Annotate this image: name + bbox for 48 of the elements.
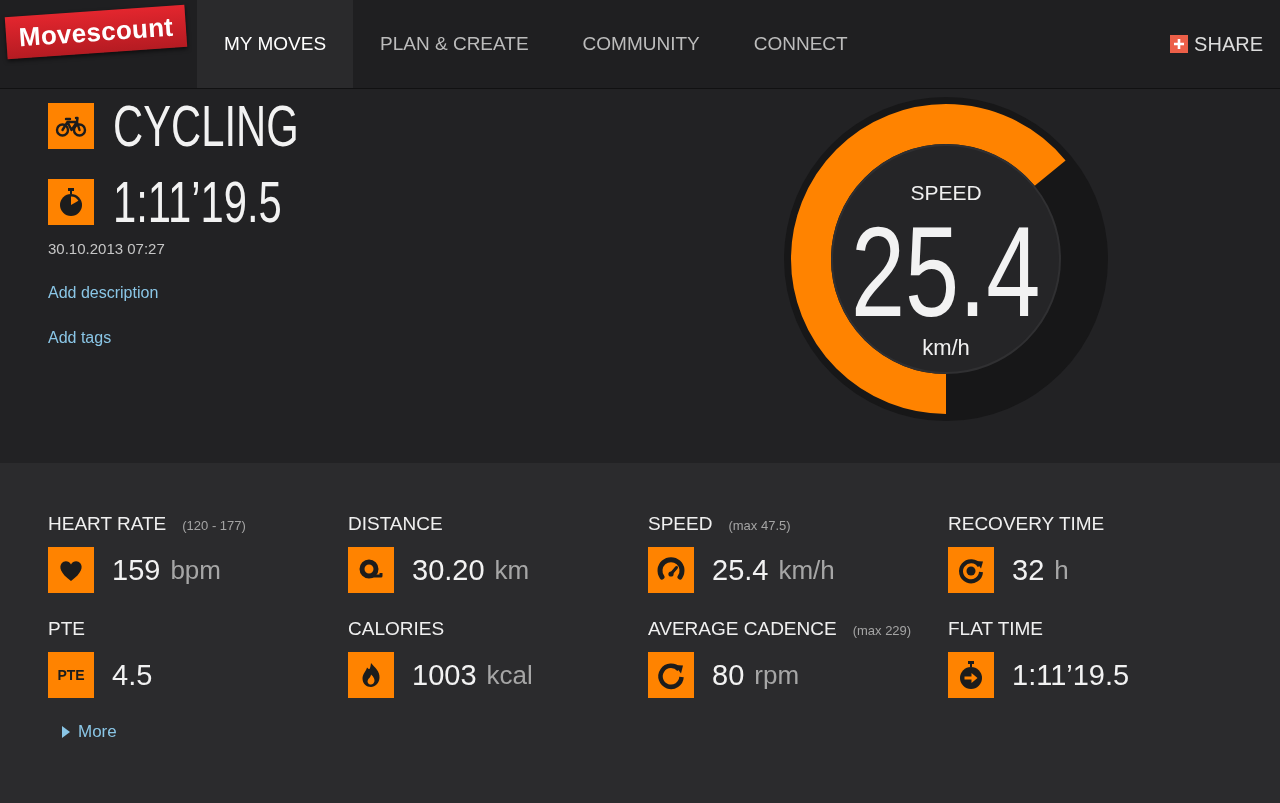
stat-value: 80 xyxy=(712,658,745,692)
stat-value: 4.5 xyxy=(112,658,153,692)
tape-measure-icon xyxy=(348,547,394,593)
nav-tab[interactable]: MY MOVES xyxy=(197,0,354,88)
stat-range: (120 - 177) xyxy=(182,517,246,535)
nav-tab[interactable]: COMMUNITY xyxy=(555,0,727,88)
stat-unit: kcal xyxy=(486,659,533,692)
stat-label: HEART RATE xyxy=(48,513,167,535)
stat-range: (max 47.5) xyxy=(728,517,791,535)
duration-text: 1:11’19.5 xyxy=(113,173,282,231)
caret-icon xyxy=(62,726,70,738)
stat-value: 25.4 xyxy=(712,553,769,587)
stat-label: AVERAGE CADENCE xyxy=(648,618,837,640)
nav-tab[interactable]: PLAN & CREATE xyxy=(353,0,556,88)
stat-label: RECOVERY TIME xyxy=(948,513,1105,535)
gauge-value: 25.4 xyxy=(851,208,1041,336)
stat-unit: km/h xyxy=(778,554,835,587)
pte-tile: PTE xyxy=(48,652,94,698)
plus-icon xyxy=(1170,35,1189,53)
stat-value: 1:11’19.5 xyxy=(1012,658,1130,692)
stat-label: CALORIES xyxy=(348,618,445,640)
stat-label: FLAT TIME xyxy=(948,618,1044,640)
stat-label: SPEED xyxy=(648,513,713,535)
stat-unit: km xyxy=(494,554,530,587)
gauge-unit: km/h xyxy=(922,336,970,360)
flame-icon xyxy=(348,652,394,698)
action-link[interactable]: Add tags xyxy=(48,329,112,347)
stat-unit: h xyxy=(1054,554,1069,587)
nav-tab[interactable]: CONNECT xyxy=(726,0,875,88)
more-link[interactable]: More xyxy=(62,722,117,742)
action-link[interactable]: Add description xyxy=(48,284,159,302)
stat-label: PTE xyxy=(48,618,85,640)
stat-value: 30.20 xyxy=(412,553,485,587)
stat-unit: rpm xyxy=(754,659,800,692)
date-time: 30.10.2013 07:27 xyxy=(48,240,165,258)
stat-range: (max 229) xyxy=(852,622,912,640)
share-link[interactable]: SHARE xyxy=(1170,32,1263,56)
bicycle-icon xyxy=(48,103,94,149)
logo[interactable]: Movescount xyxy=(4,4,188,60)
stat-label: DISTANCE xyxy=(348,513,443,535)
stat-value: 159 xyxy=(112,553,161,587)
stopwatch-icon xyxy=(48,179,94,225)
sport-title: CYCLING xyxy=(113,97,299,155)
stat-unit: bpm xyxy=(170,554,221,587)
speedometer-icon xyxy=(648,547,694,593)
stat-value: 32 xyxy=(1012,553,1045,587)
gauge-label: SPEED xyxy=(910,181,982,205)
stat-value: 1003 xyxy=(412,658,477,692)
